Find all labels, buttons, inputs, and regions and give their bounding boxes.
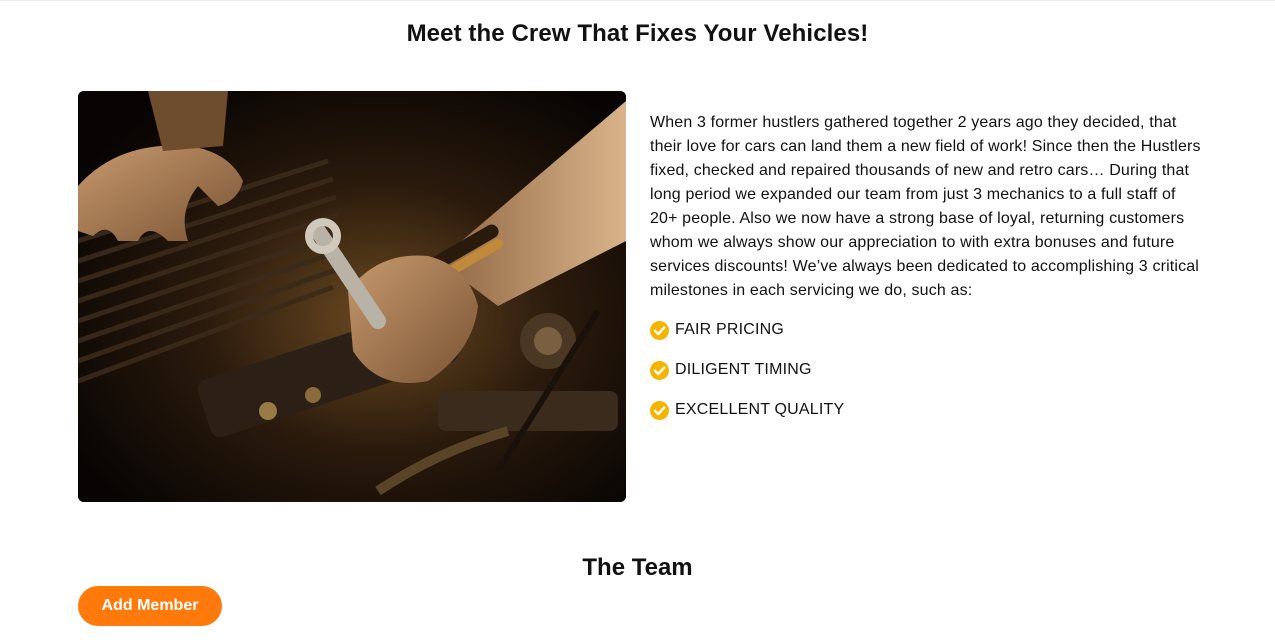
check-circle-icon: [650, 400, 669, 420]
about-page: Meet the Crew That Fixes Your Vehicles!: [0, 0, 1275, 643]
milestones-list: FAIR PRICING DILIGENT TIMING EXCELLENT Q…: [650, 318, 844, 438]
about-heading: Meet the Crew That Fixes Your Vehicles!: [406, 20, 869, 47]
milestone-item: DILIGENT TIMING: [650, 358, 844, 382]
mechanic-photo: [78, 91, 626, 502]
milestone-item: FAIR PRICING: [650, 318, 844, 342]
milestone-label: FAIR PRICING: [675, 321, 785, 338]
milestone-item: EXCELLENT QUALITY: [650, 398, 844, 422]
add-member-button[interactable]: Add Member: [78, 586, 222, 626]
check-circle-icon: [650, 320, 669, 340]
about-paragraph: When 3 former hustlers gathered together…: [650, 114, 1201, 299]
milestone-label: EXCELLENT QUALITY: [675, 401, 845, 418]
team-heading: The Team: [582, 554, 693, 581]
check-circle-icon: [650, 360, 669, 380]
milestone-label: DILIGENT TIMING: [675, 361, 812, 378]
